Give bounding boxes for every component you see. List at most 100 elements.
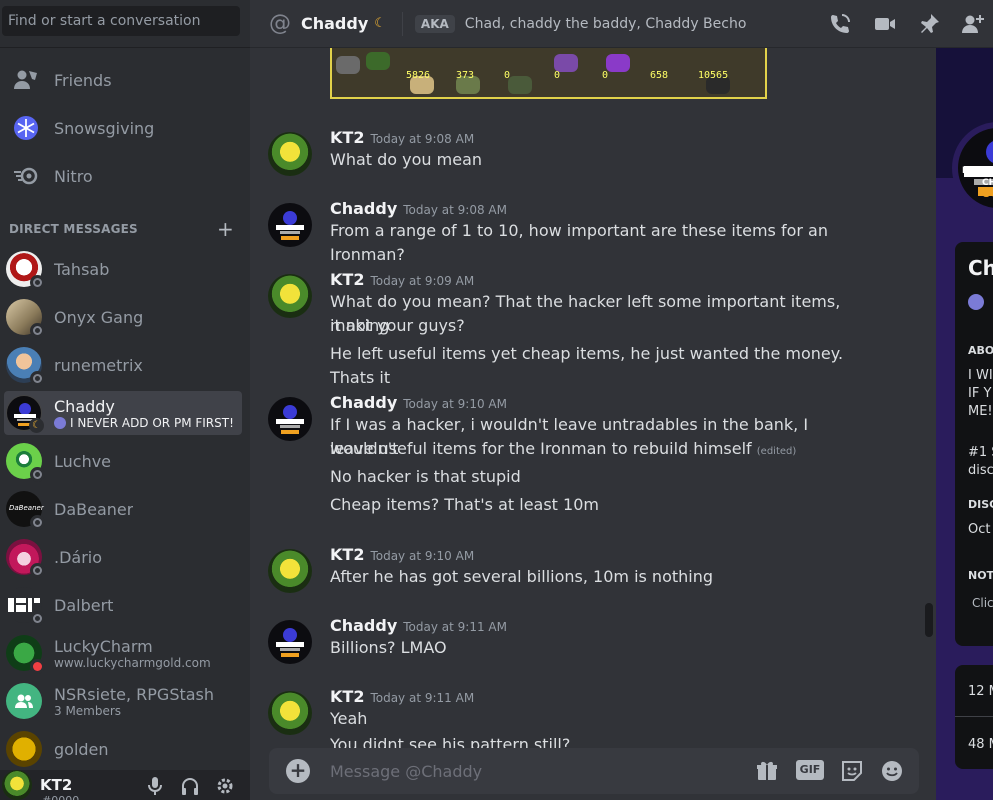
nav-friends[interactable]: Friends [8,59,244,101]
dm-item-dabeaner[interactable]: DaBeaner DaBeaner [4,487,242,531]
offline-status-icon [30,371,45,386]
dm-item-tahsab[interactable]: Tahsab [4,247,242,291]
nav-snowsgiving[interactable]: Snowsgiving [8,107,244,149]
settings-gear-icon[interactable] [215,776,235,796]
author-avatar[interactable] [268,132,312,176]
message-text: What do you mean [330,150,483,169]
avatar [6,443,45,482]
dm-title[interactable]: Chaddy [301,14,368,33]
sticker-icon[interactable] [840,759,864,783]
dm-item-group-nsrsiete-rpgstash[interactable]: NSRsiete, RPGStash 3 Members [4,679,242,723]
message-text: Yeah [330,709,368,728]
dm-item-dario[interactable]: .Dário [4,535,242,579]
timestamp: Today at 9:09 AM [370,274,475,288]
item-icon [366,52,390,70]
note-input[interactable]: Clic [972,596,993,610]
pinned-messages-icon[interactable] [917,12,941,36]
gif-button[interactable]: GIF [796,760,824,780]
offline-status-icon [30,611,45,626]
author-avatar[interactable] [268,397,312,441]
user-profile-panel: BOOS CH OV Ch ABO I WI IF Y ME! #1 S dis… [936,48,993,800]
author-name[interactable]: KT2 [330,545,364,564]
dm-section-header: DIRECT MESSAGES + [9,217,234,241]
message-text: From a range of 1 to 10, how important a… [330,221,828,264]
dm-item-onyx-gang[interactable]: Onyx Gang [4,295,242,339]
author-name[interactable]: KT2 [330,128,364,147]
message-text: He left useful items yet cheap items, he… [330,344,844,387]
edited-label: (edited) [756,446,797,457]
bank-screenshot-attachment[interactable]: 5826 373 0 0 0 658 10565 [330,48,767,99]
offline-status-icon [30,275,45,290]
author-avatar[interactable] [268,203,312,247]
dm-item-chaddy[interactable]: ☾ Chaddy I NEVER ADD OR PM FIRST! [4,391,242,435]
offline-status-icon [30,467,45,482]
avatar [6,587,45,626]
friends-icon [10,64,42,96]
message-composer: + Message @Chaddy GIF [269,748,919,794]
avatar [6,347,45,386]
channel-header: @ Chaddy ☾ AKA Chad, chaddy the baddy, C… [250,0,993,48]
group-dm-icon [6,683,42,719]
dm-item-runemetrix[interactable]: runemetrix [4,343,242,387]
dm-item-luckycharm[interactable]: LuckyCharm www.luckycharmgold.com [4,631,242,675]
idle-moon-icon: ☾ [29,418,44,433]
offline-status-icon [30,563,45,578]
message-input[interactable]: Message @Chaddy [330,762,482,781]
microphone-icon[interactable] [145,776,165,796]
mutual-friends-row[interactable]: 48 M [968,737,993,752]
message-text: Cheap items? That's at least 10m [330,495,599,514]
timestamp: Today at 9:10 AM [370,549,475,563]
nav-label: Nitro [54,166,93,186]
idle-moon-icon: ☾ [374,16,386,31]
timestamp: Today at 9:08 AM [370,132,475,146]
avatar [6,635,45,674]
discord-app: Find or start a conversation Friends Sno… [0,0,993,800]
author-name[interactable]: KT2 [330,270,364,289]
nav-label: Snowsgiving [54,118,155,138]
message-text: After he has got several billions, 10m i… [330,567,714,586]
item-icon [336,56,360,74]
message-list: 5826 373 0 0 0 658 10565 KT2 Today at 9:0… [250,48,936,748]
timestamp: Today at 9:08 AM [403,203,507,217]
author-name[interactable]: Chaddy [330,199,397,218]
avatar [6,251,45,290]
emoji-icon[interactable] [880,759,904,783]
dm-item-luchve[interactable]: Luchve [4,439,242,483]
author-name[interactable]: Chaddy [330,393,397,412]
nav-nitro[interactable]: Nitro [8,155,244,197]
chat-scrollbar[interactable] [925,603,933,637]
author-name[interactable]: KT2 [330,687,364,706]
gift-icon[interactable] [755,759,779,783]
at-sign-icon: @ [269,11,291,36]
item-icon [606,54,630,72]
message-text: You didnt see his pattern still? [330,735,571,748]
avatar [6,731,42,767]
author-avatar[interactable] [268,549,312,593]
dnd-status-icon [30,659,45,674]
message-text: leave useful items for the Ironman to re… [330,439,752,458]
profile-display-name: Ch [968,256,993,280]
timestamp: Today at 9:11 AM [370,691,475,705]
custom-status-emoji-icon [968,294,984,310]
mutual-card [955,665,993,769]
author-avatar[interactable] [268,691,312,735]
author-avatar[interactable] [268,274,312,318]
offline-status-icon [30,515,45,530]
create-dm-plus-icon[interactable]: + [217,217,234,241]
voice-call-icon[interactable] [828,12,852,36]
user-panel: KT2 #0000 [0,770,250,800]
item-icon [508,76,532,94]
video-call-icon[interactable] [873,12,897,36]
dm-item-golden[interactable]: golden [4,727,242,771]
add-friends-to-dm-icon[interactable] [960,12,984,36]
author-name[interactable]: Chaddy [330,616,397,635]
headphones-icon[interactable] [180,776,200,796]
mutual-servers-row[interactable]: 12 M [968,684,993,699]
author-avatar[interactable] [268,620,312,664]
search-input[interactable]: Find or start a conversation [2,6,240,36]
aka-badge: AKA [414,14,455,33]
message-text: No hacker is that stupid [330,467,521,486]
attach-plus-icon[interactable]: + [286,759,310,783]
dm-item-dalbert[interactable]: Dalbert [4,583,242,627]
user-avatar[interactable] [2,770,32,800]
